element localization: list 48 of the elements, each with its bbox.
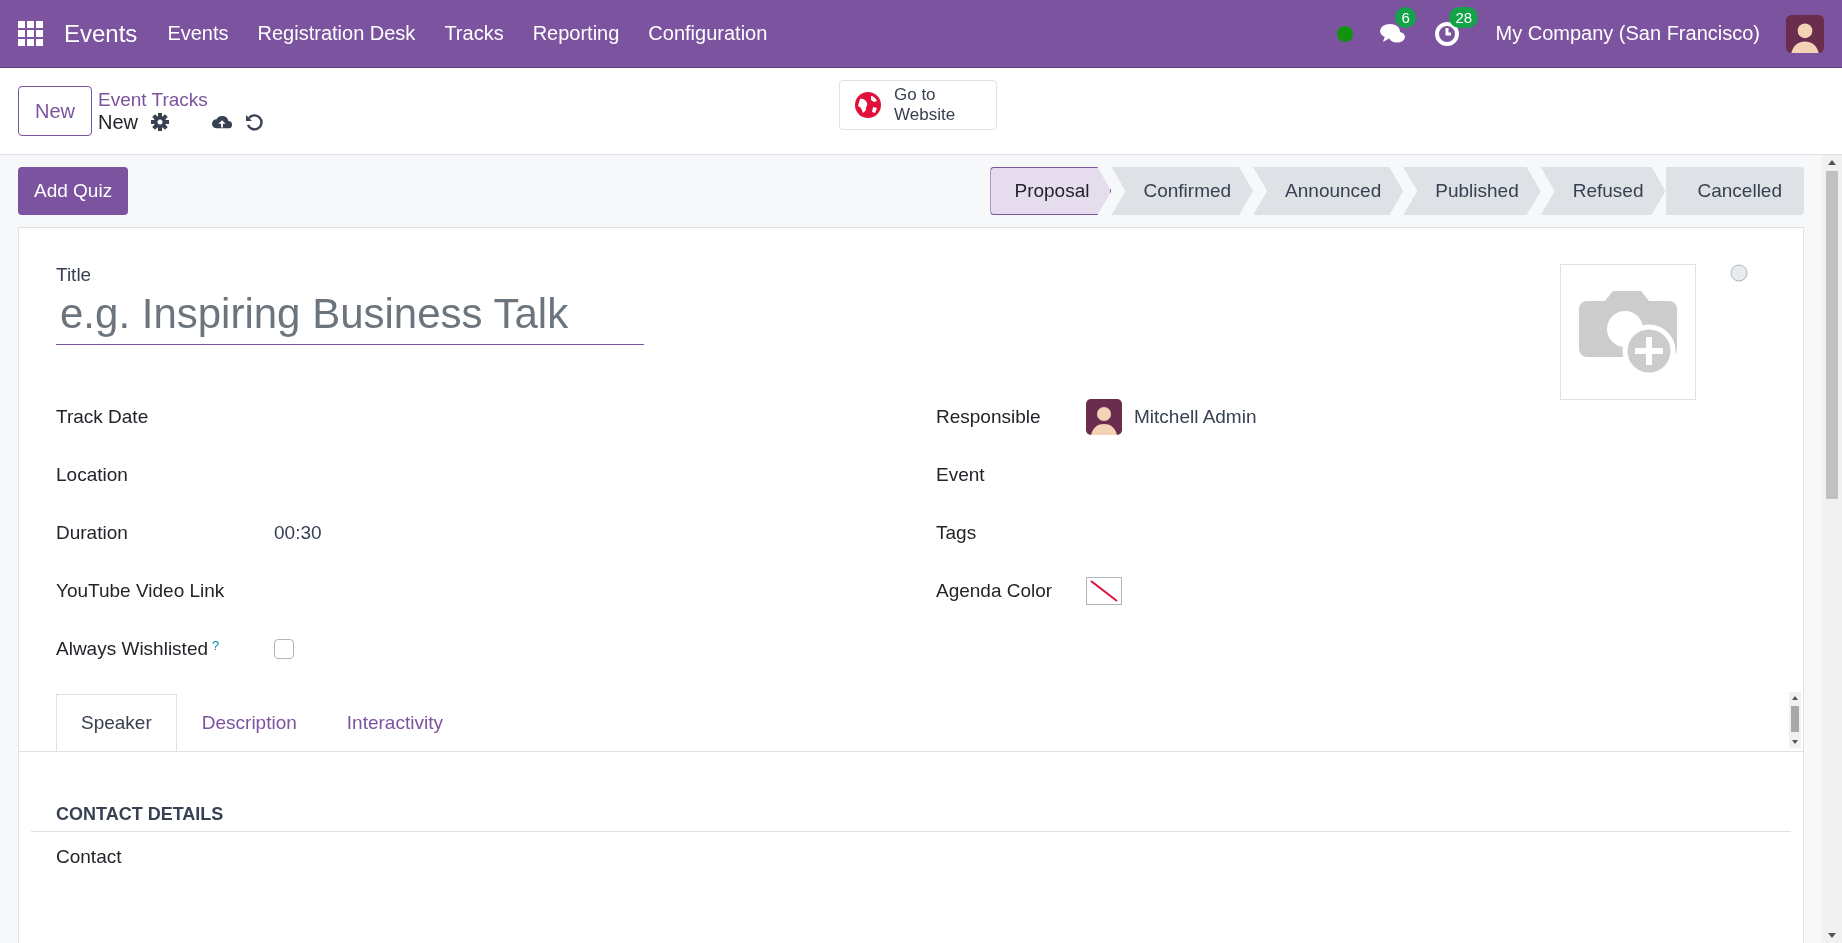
field-label: Tags bbox=[936, 522, 978, 544]
settings-icon[interactable] bbox=[150, 112, 171, 132]
status-stage[interactable]: Cancelled bbox=[1665, 167, 1804, 215]
field-label: Event bbox=[936, 464, 986, 486]
form-tab[interactable]: Interactivity bbox=[321, 694, 468, 751]
status-stage[interactable]: Announced bbox=[1253, 167, 1404, 215]
app-name[interactable]: Events bbox=[64, 19, 138, 48]
status-stage[interactable]: Proposal bbox=[990, 167, 1112, 215]
status-stage[interactable]: Confirmed bbox=[1111, 167, 1254, 215]
activity-count-badge: 28 bbox=[1449, 6, 1479, 28]
field-value[interactable]: 00:30 bbox=[274, 522, 322, 544]
no-color-swatch-icon[interactable] bbox=[1086, 577, 1122, 605]
field-label: YouTube Video Link bbox=[56, 580, 226, 602]
status-stage[interactable]: Refused bbox=[1540, 167, 1666, 215]
add-quiz-button[interactable]: Add Quiz bbox=[18, 167, 129, 215]
go-to-website-button[interactable]: Go to Website bbox=[839, 80, 997, 130]
field-label: Agenda Color bbox=[936, 580, 1054, 602]
new-button[interactable]: New bbox=[18, 86, 92, 136]
form-tab[interactable]: Speaker bbox=[56, 694, 177, 751]
field-label: Always Wishlisted bbox=[56, 638, 209, 660]
app-grid-icon[interactable] bbox=[18, 20, 44, 47]
field-label: Track Date bbox=[56, 406, 150, 428]
company-name[interactable]: My Company (San Francisco) bbox=[1495, 22, 1760, 45]
undo-icon[interactable] bbox=[244, 112, 265, 132]
section-heading: CONTACT DETAILS bbox=[31, 804, 1791, 832]
user-name[interactable]: Mitchell Admin bbox=[1134, 406, 1257, 428]
breadcrumb-link[interactable]: Event Tracks bbox=[98, 88, 265, 111]
form-tab[interactable]: Description bbox=[176, 694, 322, 751]
help-tooltip-mark[interactable]: ? bbox=[212, 638, 220, 653]
status-dot-icon bbox=[1337, 25, 1354, 42]
checkbox[interactable] bbox=[274, 639, 294, 659]
user-avatar-icon bbox=[1786, 14, 1824, 53]
user-avatar-icon bbox=[1086, 399, 1122, 435]
status-stage[interactable]: Published bbox=[1403, 167, 1541, 215]
scrollbar-drawing[interactable] bbox=[1789, 692, 1801, 748]
menu-item[interactable]: Events bbox=[167, 22, 229, 45]
title-label: Title bbox=[56, 264, 93, 286]
field-label: Contact bbox=[56, 846, 122, 868]
menu-item[interactable]: Tracks bbox=[444, 22, 504, 45]
field-label: Responsible bbox=[936, 406, 1042, 428]
field-label: Location bbox=[56, 464, 129, 486]
globe-icon bbox=[854, 91, 882, 119]
record-name: New bbox=[98, 110, 139, 134]
menu-item[interactable]: Configuration bbox=[648, 22, 768, 45]
field-label: Duration bbox=[56, 522, 129, 544]
menu-item[interactable]: Reporting bbox=[532, 22, 620, 45]
message-count-badge: 6 bbox=[1395, 6, 1416, 28]
menu-item[interactable]: Registration Desk bbox=[257, 22, 416, 45]
